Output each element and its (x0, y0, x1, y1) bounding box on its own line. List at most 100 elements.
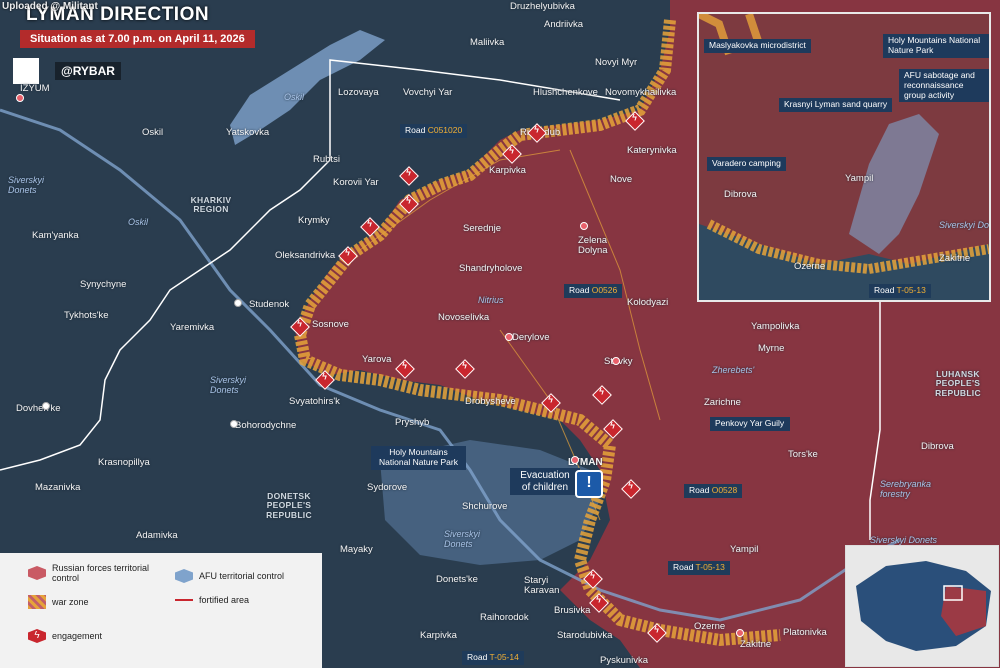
town-marker (505, 333, 513, 341)
town-label: Raihorodok (480, 612, 529, 623)
town-label: Drobysheve (465, 396, 516, 407)
inset-panel: Maslyakovka microdistrict Holy Mountains… (697, 12, 991, 302)
town-label: Yampolivka (751, 321, 800, 332)
town-label: Starodubivka (557, 630, 613, 641)
town-label: Kolodyazi (627, 297, 669, 308)
legend-panel: Russian forces territorial control AFU t… (0, 553, 322, 668)
evacuation-callout: Evacuation of children (510, 468, 580, 495)
town-label: Novomykhailivka (605, 87, 677, 98)
town-marker (612, 357, 620, 365)
town-label: Bohorodychne (235, 420, 297, 431)
town-label: Tors'ke (788, 449, 818, 460)
inset-zakitne-label: Zakitne (939, 253, 971, 264)
river-label-oskil: Oskil (128, 217, 148, 227)
inset-road-tag: Road T-05-13 (869, 284, 931, 298)
upload-watermark: Uploaded @ Militant (2, 1, 98, 12)
town-label: Zakitne (740, 639, 772, 650)
town-label: Platonivka (783, 627, 827, 638)
town-label: IZYUM (20, 83, 50, 94)
town-label: Adamivka (136, 530, 178, 541)
town-label: Krymky (298, 215, 330, 226)
town-label: Vovchyi Yar (403, 87, 453, 98)
town-label: Mayaky (340, 544, 373, 555)
river-label-siverskyi: Siverskyi Donets (444, 529, 481, 549)
afu-control-swatch-icon (175, 569, 193, 583)
road-tag: Road C051020 (400, 124, 468, 138)
town-marker (571, 456, 579, 464)
river-label-oskil: Oskil (284, 92, 304, 102)
town-label: Shchurove (462, 501, 508, 512)
town-label: Sosnove (312, 319, 349, 330)
town-label: Mazanivka (35, 482, 81, 493)
legend-label: engagement (52, 631, 103, 641)
legend-label: fortified area (199, 595, 250, 605)
town-label: Karpivka (420, 630, 457, 641)
inset-holy-mountains-label: Holy Mountains National Nature Park (883, 34, 989, 58)
legend-afu: AFU territorial control (175, 569, 284, 583)
town-label: Novoselivka (438, 312, 490, 323)
town-label: Druzhelyubivka (510, 1, 575, 12)
road-tag: Road T-05-14 (462, 651, 524, 665)
inset-maslyakovka-label: Maslyakovka microdistrict (704, 39, 811, 53)
penkovy-callout: Penkovy Yar Guily (710, 417, 790, 431)
town-label: Hlushchenkove (533, 87, 598, 98)
town-label: Yampil (730, 544, 759, 555)
town-label: Staryi Karavan (524, 575, 560, 597)
road-tag: Road O0528 (684, 484, 743, 498)
evacuation-icon: ! (575, 470, 603, 498)
inset-varadero-label: Varadero camping (707, 157, 786, 171)
inset-sabotage-label: AFU sabotage and reconnaissance group ac… (899, 69, 989, 103)
town-label: Donets'ke (436, 574, 478, 585)
region-label-kharkiv: KHARKIV REGION (190, 195, 232, 215)
town-label: Derylove (512, 332, 550, 343)
inset-krasnyi-label: Krasnyi Lyman sand quarry (779, 98, 893, 112)
brand-label: @RYBAR (55, 62, 121, 80)
war-zone-swatch-icon (28, 595, 46, 609)
town-label: Studenok (249, 299, 290, 310)
town-label: Dibrova (921, 441, 954, 452)
qr-code-icon (13, 58, 39, 84)
town-label: Oleksandrivka (275, 250, 336, 261)
town-label: Synychyne (80, 279, 127, 290)
forest-label-serebryanka: Serebryanka forestry (880, 479, 932, 499)
inset-siverskyi-label: Siverskyi Donets (939, 220, 990, 230)
russian-control-swatch-icon (28, 566, 46, 580)
town-label: Novyi Myr (595, 57, 638, 68)
river-label-nitrius: Nitrius (478, 295, 504, 305)
town-label: Zelena Dolyna (578, 235, 608, 257)
town-label: Yatskovka (226, 127, 270, 138)
header-block: LYMAN DIRECTION Uploaded @ Militant Situ… (0, 0, 300, 60)
map-canvas: LYMAN DIRECTION Uploaded @ Militant Situ… (0, 0, 1000, 668)
holy-mountains-callout: Holy Mountains National Nature Park (371, 446, 466, 470)
town-label: Pryshyb (395, 417, 430, 428)
region-label-donetsk: DONETSK PEOPLE'S REPUBLIC (266, 491, 312, 520)
town-label: Dovhen'ke (16, 403, 61, 414)
map-subtitle: Situation as at 7.00 p.m. on April 11, 2… (20, 30, 255, 48)
town-label: Andriivka (544, 19, 584, 30)
river-label-siverskyi: Siverskyi Donets (210, 375, 247, 395)
legend-fortified: fortified area (175, 595, 249, 605)
town-label: Svyatohirs'k (289, 396, 340, 407)
road-tag: Road T-05-13 (668, 561, 730, 575)
town-label: Yarova (362, 354, 392, 365)
town-label: Sydorove (367, 482, 408, 493)
town-marker (736, 629, 744, 637)
fortified-line-icon (175, 599, 193, 601)
town-label: Rubtsi (313, 154, 340, 165)
legend-label: war zone (52, 597, 89, 607)
town-marker (42, 402, 50, 410)
legend-warzone: war zone (28, 595, 89, 609)
town-label: Myrne (758, 343, 785, 354)
town-label: Oskil (142, 127, 164, 138)
region-label-luhansk: LUHANSK PEOPLE'S REPUBLIC (935, 369, 981, 398)
legend-engagement: ϟ engagement (28, 629, 102, 643)
inset-dibrova-label: Dibrova (724, 189, 757, 200)
town-label: Pyskunivka (600, 655, 649, 666)
legend-russian: Russian forces territorial control (28, 563, 158, 583)
town-label: Karpivka (489, 165, 526, 176)
river-label-siverskyi: Siverskyi Donets (8, 175, 45, 195)
legend-label: AFU territorial control (199, 571, 285, 581)
river-label-zherebets: Zherebets' (712, 365, 755, 375)
town-marker (580, 222, 588, 230)
town-label: Serednje (463, 223, 502, 234)
